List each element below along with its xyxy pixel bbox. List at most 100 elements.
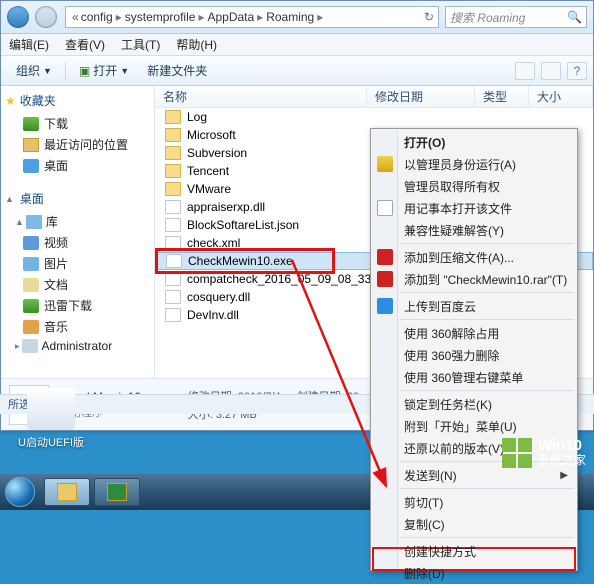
desktop-group[interactable]: ▲桌面: [5, 190, 150, 207]
context-menu-label: 使用 360强力删除: [404, 347, 499, 364]
menu-view[interactable]: 查看(V): [65, 36, 105, 53]
crumb[interactable]: AppData: [207, 10, 254, 24]
context-menu-item[interactable]: 上传到百度云: [372, 295, 576, 317]
open-button[interactable]: ▣打开▼: [70, 58, 138, 83]
menu-edit[interactable]: 编辑(E): [9, 36, 49, 53]
context-menu-separator: [400, 292, 574, 293]
context-menu-separator: [400, 390, 574, 391]
nav-administrator[interactable]: ▸Administrator: [5, 337, 150, 355]
navigation-pane: ★收藏夹 下载 最近访问的位置 桌面 ▲桌面 ▲库 视频 图片 文档 迅雷下载 …: [1, 86, 155, 378]
nav-videos[interactable]: 视频: [5, 232, 150, 253]
nav-recent[interactable]: 最近访问的位置: [5, 134, 150, 155]
search-box[interactable]: 搜索 Roaming 🔍: [445, 6, 587, 28]
context-menu-label: 管理员取得所有权: [404, 178, 500, 195]
taskbar-excel[interactable]: [94, 478, 140, 506]
folder-icon: [165, 128, 181, 142]
file-name: check.xml: [187, 236, 240, 250]
titlebar: « config▸ systemprofile▸ AppData▸ Roamin…: [1, 1, 593, 34]
file-icon: [165, 290, 181, 304]
forward-button[interactable]: [35, 6, 57, 28]
menu-tools[interactable]: 工具(T): [121, 36, 160, 53]
submenu-arrow-icon: ▶: [560, 470, 568, 481]
menu-help[interactable]: 帮助(H): [176, 36, 217, 53]
nav-music[interactable]: 音乐: [5, 316, 150, 337]
help-icon[interactable]: ?: [567, 62, 587, 80]
start-button[interactable]: [0, 474, 40, 510]
folder-icon: [57, 483, 77, 501]
file-name: CheckMewin10.exe: [188, 254, 293, 268]
view-options-button[interactable]: [515, 62, 535, 80]
back-button[interactable]: [7, 6, 29, 28]
cloud-icon: [377, 298, 393, 314]
nav-libraries[interactable]: ▲库: [5, 211, 150, 232]
favorites-header[interactable]: ★收藏夹: [5, 92, 150, 109]
context-menu-label: 锁定到任务栏(K): [404, 396, 492, 413]
refresh-icon[interactable]: ↻: [424, 10, 434, 24]
newfolder-button[interactable]: 新建文件夹: [138, 58, 216, 83]
context-menu-item[interactable]: 复制(C): [372, 513, 576, 535]
crumb[interactable]: Roaming: [266, 10, 314, 24]
run-icon: [377, 156, 393, 172]
context-menu-item[interactable]: 管理员取得所有权: [372, 175, 576, 197]
context-menu-label: 发送到(N): [404, 467, 457, 484]
file-name: Subversion: [187, 146, 247, 160]
context-menu-separator: [400, 488, 574, 489]
organize-button[interactable]: 组织▼: [7, 58, 61, 83]
context-menu-item[interactable]: 附到「开始」菜单(U): [372, 415, 576, 437]
context-menu-label: 添加到压缩文件(A)...: [404, 249, 514, 266]
file-icon: [165, 308, 181, 322]
context-menu-separator: [400, 319, 574, 320]
file-icon: [165, 218, 181, 232]
context-menu-label: 上传到百度云: [404, 298, 476, 315]
crumb[interactable]: config: [81, 10, 113, 24]
context-menu-item[interactable]: 打开(O): [372, 131, 576, 153]
preview-pane-button[interactable]: [541, 62, 561, 80]
address-bar[interactable]: « config▸ systemprofile▸ AppData▸ Roamin…: [65, 6, 439, 28]
col-date[interactable]: 修改日期: [367, 86, 475, 107]
context-menu-label: 附到「开始」菜单(U): [404, 418, 517, 435]
context-menu-item[interactable]: 添加到压缩文件(A)...: [372, 246, 576, 268]
file-name: VMware: [187, 182, 231, 196]
context-menu-item[interactable]: 删除(D): [372, 562, 576, 584]
file-icon: [165, 200, 181, 214]
context-menu-label: 打开(O): [404, 134, 445, 151]
search-icon: 🔍: [567, 10, 582, 24]
nav-desktop-fav[interactable]: 桌面: [5, 155, 150, 176]
context-menu-label: 兼容性疑难解答(Y): [404, 222, 504, 239]
crumb[interactable]: systemprofile: [125, 10, 196, 24]
taskbar-explorer[interactable]: [44, 478, 90, 506]
context-menu-item[interactable]: 使用 360强力删除: [372, 344, 576, 366]
nav-downloads[interactable]: 下载: [5, 113, 150, 134]
file-name: cosquery.dll: [187, 290, 250, 304]
context-menu-item[interactable]: 创建快捷方式: [372, 540, 576, 562]
nav-xunlei[interactable]: 迅雷下载: [5, 295, 150, 316]
rar2-icon: [377, 271, 393, 287]
col-size[interactable]: 大小: [529, 86, 593, 107]
file-name: Log: [187, 110, 207, 124]
context-menu-item[interactable]: 以管理员身份运行(A): [372, 153, 576, 175]
context-menu-item[interactable]: 兼容性疑难解答(Y): [372, 219, 576, 241]
nav-documents[interactable]: 文档: [5, 274, 150, 295]
col-type[interactable]: 类型: [475, 86, 529, 107]
context-menu-separator: [400, 243, 574, 244]
folder-icon: [165, 182, 181, 196]
nav-pictures[interactable]: 图片: [5, 253, 150, 274]
shortcut-icon: [27, 388, 75, 430]
context-menu-label: 使用 360解除占用: [404, 325, 499, 342]
context-menu-label: 添加到 "CheckMewin10.rar"(T): [404, 271, 567, 288]
file-icon: [165, 236, 181, 250]
context-menu-item[interactable]: 锁定到任务栏(K): [372, 393, 576, 415]
menubar: 编辑(E) 查看(V) 工具(T) 帮助(H): [1, 34, 593, 56]
context-menu-item[interactable]: 使用 360管理右键菜单: [372, 366, 576, 388]
context-menu-label: 删除(D): [404, 565, 445, 582]
context-menu-item[interactable]: 使用 360解除占用: [372, 322, 576, 344]
file-row[interactable]: Log: [155, 108, 593, 126]
desktop-shortcut[interactable]: U启动UEFI版: [18, 388, 84, 450]
context-menu-item[interactable]: 用记事本打开该文件: [372, 197, 576, 219]
windows-orb-icon: [5, 477, 35, 507]
file-name: appraiserxp.dll: [187, 200, 265, 214]
context-menu-item[interactable]: 添加到 "CheckMewin10.rar"(T): [372, 268, 576, 290]
context-menu-label: 创建快捷方式: [404, 543, 476, 560]
col-name[interactable]: 名称: [155, 86, 367, 107]
folder-icon: [165, 164, 181, 178]
